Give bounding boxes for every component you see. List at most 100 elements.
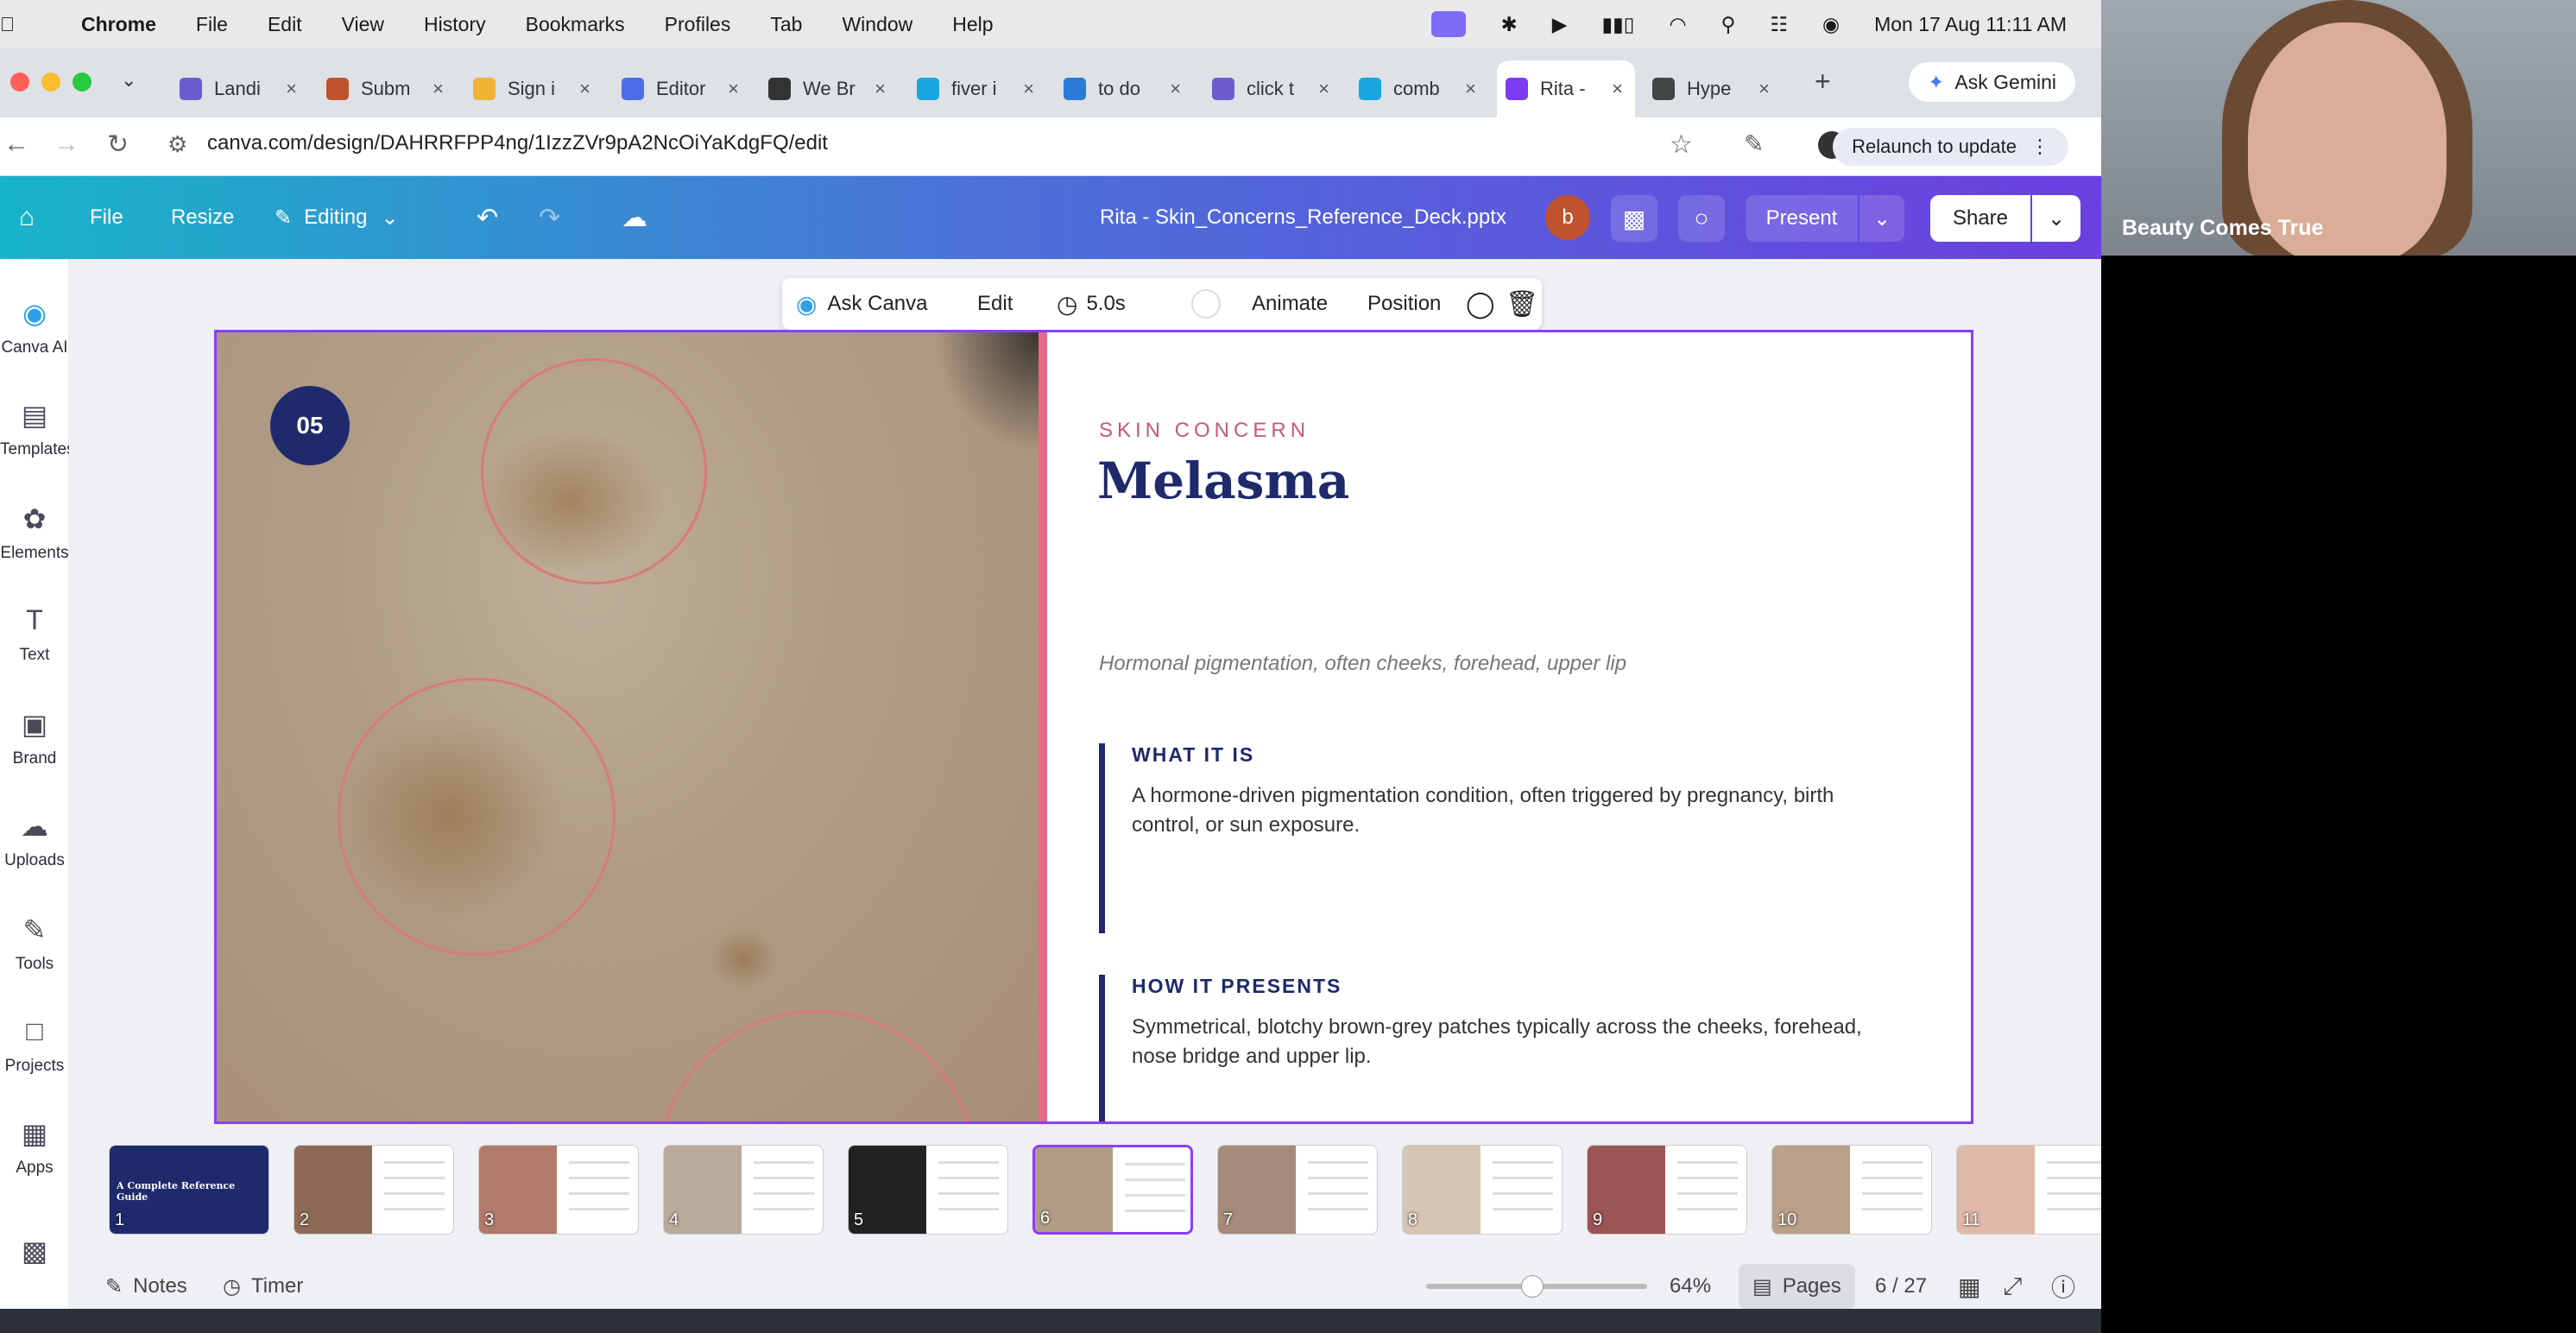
animate-button[interactable]: Animate bbox=[1252, 278, 1328, 330]
undo-icon[interactable]: ↶ bbox=[477, 176, 498, 259]
browser-tab[interactable]: Editor × bbox=[613, 60, 751, 117]
page-thumbnail[interactable]: 7 bbox=[1217, 1145, 1378, 1235]
page-thumbnail[interactable]: 5 bbox=[848, 1145, 1008, 1235]
page-thumbnail[interactable]: 11 bbox=[1956, 1145, 2117, 1235]
menu-help[interactable]: Help bbox=[952, 13, 993, 36]
position-button[interactable]: Position bbox=[1367, 278, 1441, 330]
sidebar-item-canva-ai[interactable]: ◉ Canva AI bbox=[0, 297, 69, 357]
duration-button[interactable]: ◷ 5.0s bbox=[1057, 278, 1126, 330]
menu-history[interactable]: History bbox=[424, 13, 486, 36]
file-menu[interactable]: File bbox=[90, 176, 123, 259]
slide-subtitle[interactable]: Hormonal pigmentation, often cheeks, for… bbox=[1099, 652, 1626, 676]
sidebar-item-media[interactable]: ▩ bbox=[0, 1235, 69, 1276]
page-thumbnail[interactable]: 10 bbox=[1771, 1145, 1932, 1235]
sidebar-item-templates[interactable]: ▤ Templates bbox=[0, 399, 75, 459]
browser-tab[interactable]: Landi × bbox=[171, 60, 309, 117]
tab-close-icon[interactable]: × bbox=[728, 78, 739, 100]
apple-icon[interactable]:  bbox=[0, 13, 15, 36]
notes-button[interactable]: ✎ Notes bbox=[105, 1264, 187, 1309]
zoom-level[interactable]: 64% bbox=[1670, 1264, 1711, 1309]
share-button[interactable]: Share bbox=[1930, 195, 2030, 242]
trash-icon[interactable]: 🗑 bbox=[1506, 278, 1538, 330]
menu-window[interactable]: Window bbox=[842, 13, 912, 36]
home-icon[interactable]: ⌂ bbox=[19, 176, 35, 259]
macos-dock[interactable] bbox=[0, 1309, 2101, 1333]
play-icon[interactable]: ▶ bbox=[1552, 13, 1568, 36]
screen-share-icon[interactable] bbox=[1431, 11, 1467, 37]
tab-close-icon[interactable]: × bbox=[874, 78, 886, 100]
relaunch-button[interactable]: Relaunch to update ⋮ bbox=[1833, 128, 2068, 166]
accent-divider[interactable] bbox=[1039, 332, 1047, 1121]
control-center-icon[interactable]: ☷ bbox=[1770, 13, 1788, 36]
close-window-icon[interactable] bbox=[10, 73, 29, 92]
menu-app-name[interactable]: Chrome bbox=[81, 13, 156, 36]
tab-close-icon[interactable]: × bbox=[1318, 78, 1329, 100]
menu-edit[interactable]: Edit bbox=[268, 13, 302, 36]
tab-close-icon[interactable]: × bbox=[286, 78, 297, 100]
tab-close-icon[interactable]: × bbox=[1465, 78, 1476, 100]
page-thumbnail[interactable]: 8 bbox=[1402, 1145, 1563, 1235]
sidebar-item-apps[interactable]: ▦ Apps bbox=[0, 1117, 69, 1178]
url-field[interactable]: canva.com/design/DAHRRFPP4ng/1IzzZVr9pA2… bbox=[207, 131, 828, 155]
minimize-window-icon[interactable] bbox=[41, 73, 60, 92]
highlight-circle[interactable] bbox=[481, 358, 707, 584]
color-swatch[interactable] bbox=[1191, 278, 1221, 330]
slide-title[interactable]: Melasma bbox=[1097, 452, 1349, 510]
sidebar-item-projects[interactable]: □ Projects bbox=[0, 1015, 69, 1076]
siri-icon[interactable]: ◉ bbox=[1822, 13, 1840, 36]
section-what-it-is[interactable]: WHAT IT IS A hormone-driven pigmentation… bbox=[1099, 743, 1876, 933]
bookmark-star-icon[interactable]: ☆ bbox=[1670, 130, 1693, 160]
document-title[interactable]: Rita - Skin_Concerns_Reference_Deck.pptx bbox=[1100, 176, 1506, 259]
wifi-icon[interactable]: ◠ bbox=[1669, 13, 1686, 36]
slide-canvas[interactable]: 05 SKIN CONCERN Melasma Hormonal pigment… bbox=[214, 330, 1973, 1124]
browser-tab[interactable]: click t × bbox=[1203, 60, 1342, 117]
slide-number-badge[interactable]: 05 bbox=[270, 386, 350, 465]
zoom-slider[interactable] bbox=[1426, 1264, 1647, 1309]
site-info-icon[interactable]: ⚙ bbox=[167, 131, 187, 158]
page-thumbnail[interactable]: 6 bbox=[1032, 1145, 1193, 1235]
page-thumbnail[interactable]: A Complete Reference Guide 1 bbox=[109, 1145, 269, 1235]
resize-menu[interactable]: Resize bbox=[171, 176, 234, 259]
zoom-window-icon[interactable] bbox=[73, 73, 92, 92]
sidebar-item-tools[interactable]: ✎ Tools bbox=[0, 913, 69, 974]
present-button[interactable]: Present bbox=[1746, 195, 1858, 242]
collaborator-avatar[interactable]: b bbox=[1545, 195, 1590, 240]
menu-view[interactable]: View bbox=[342, 13, 384, 36]
share-options-chevron-icon[interactable]: ⌄ bbox=[2032, 195, 2080, 242]
battery-icon[interactable]: ▮▮▯ bbox=[1601, 13, 1634, 36]
tab-close-icon[interactable]: × bbox=[1612, 78, 1623, 100]
insights-icon[interactable]: ▩ bbox=[1611, 195, 1657, 242]
sidebar-item-brand[interactable]: ▣ Brand bbox=[0, 708, 69, 768]
highlight-circle[interactable] bbox=[338, 678, 616, 956]
timer-button[interactable]: ◷ Timer bbox=[223, 1264, 303, 1309]
browser-tab[interactable]: Subm × bbox=[318, 60, 456, 117]
browser-tab[interactable]: Hype × bbox=[1644, 60, 1782, 117]
menu-tab[interactable]: Tab bbox=[770, 13, 802, 36]
zoom-slider-track[interactable] bbox=[1426, 1275, 1647, 1298]
extensions-icon[interactable]: ✎ bbox=[1744, 130, 1764, 158]
new-tab-icon[interactable]: + bbox=[1815, 66, 1831, 98]
comments-icon[interactable]: ○ bbox=[1678, 195, 1725, 242]
page-counter[interactable]: 6 / 27 bbox=[1875, 1264, 1927, 1309]
redo-icon[interactable]: ↷ bbox=[539, 176, 560, 259]
editing-mode-menu[interactable]: ✎ Editing ⌄ bbox=[275, 176, 399, 259]
browser-tab[interactable]: to do × bbox=[1055, 60, 1193, 117]
menu-datetime[interactable]: Mon 17 Aug 11:11 AM bbox=[1874, 13, 2067, 36]
section-how-it-presents[interactable]: HOW IT PRESENTS Symmetrical, blotchy bro… bbox=[1099, 975, 1876, 1121]
add-comment-icon[interactable]: ◯ bbox=[1466, 278, 1495, 330]
sidebar-item-elements[interactable]: ✿ Elements bbox=[0, 502, 69, 563]
browser-tab[interactable]: Sign i × bbox=[464, 60, 603, 117]
browser-tab[interactable]: We Br × bbox=[760, 60, 898, 117]
reload-icon[interactable]: ↻ bbox=[107, 130, 129, 160]
tab-close-icon[interactable]: × bbox=[432, 78, 444, 100]
menu-file[interactable]: File bbox=[196, 13, 228, 36]
sidebar-item-text[interactable]: T Text bbox=[0, 604, 69, 665]
pages-button[interactable]: ▤ Pages bbox=[1739, 1264, 1855, 1309]
highlight-circle[interactable] bbox=[657, 1010, 976, 1121]
fullscreen-icon[interactable]: ⤢ bbox=[2003, 1264, 2022, 1309]
search-icon[interactable]: ⚲ bbox=[1721, 13, 1736, 36]
bluetooth-icon[interactable]: ✱ bbox=[1500, 13, 1517, 36]
menu-profiles[interactable]: Profiles bbox=[665, 13, 731, 36]
browser-tab[interactable]: comb × bbox=[1350, 60, 1488, 117]
page-thumbnail[interactable]: 9 bbox=[1587, 1145, 1747, 1235]
